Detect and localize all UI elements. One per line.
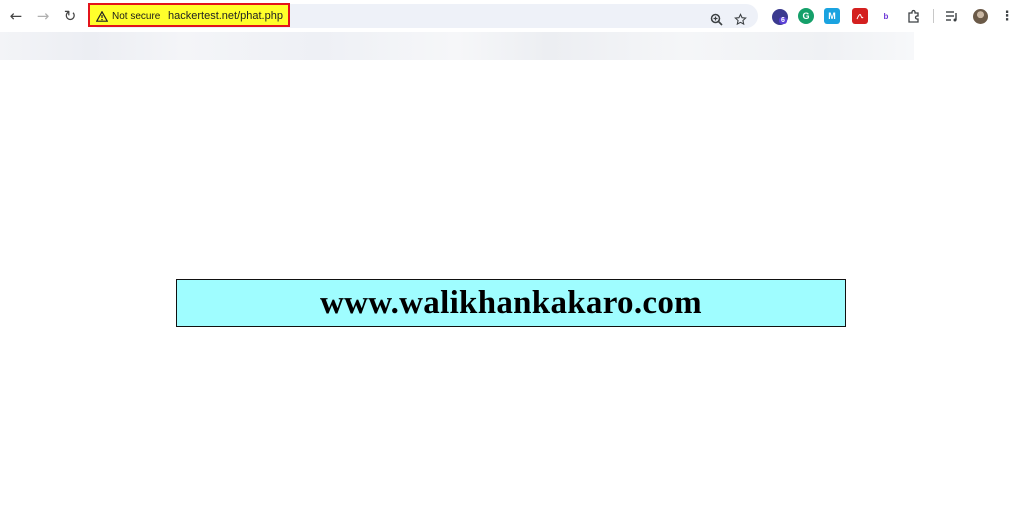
security-label: Not secure <box>112 10 161 22</box>
grammarly-icon[interactable]: G <box>798 8 814 24</box>
page-banner: www.walikhankakaro.com <box>176 279 846 327</box>
extension-badge-count: 6 <box>779 17 787 24</box>
m-extension-icon[interactable]: M <box>824 8 840 24</box>
b-extension-icon[interactable]: b <box>878 8 894 24</box>
zoom-icon[interactable] <box>708 11 724 27</box>
back-icon[interactable]: ← <box>6 6 26 26</box>
pdf-icon[interactable] <box>852 8 868 24</box>
url-text[interactable]: hackertest.net/phat.php <box>168 8 283 24</box>
star-icon[interactable] <box>732 11 748 27</box>
reading-list-icon[interactable] <box>944 8 960 24</box>
security-chip[interactable]: Not secure <box>95 8 161 24</box>
browser-toolbar: ← → ↻ Not secure hackertest.net/phat.php… <box>0 0 1024 32</box>
reload-icon[interactable]: ↻ <box>60 6 80 26</box>
toolbar-divider <box>933 9 934 23</box>
bookmarks-bar <box>0 32 914 60</box>
profile-avatar[interactable] <box>973 9 988 24</box>
banner-text: www.walikhankakaro.com <box>320 284 702 321</box>
url-highlight[interactable]: Not secure hackertest.net/phat.php <box>88 3 290 27</box>
puzzle-icon[interactable] <box>906 8 922 24</box>
more-menu-icon[interactable]: ⋮ <box>999 8 1015 24</box>
warning-icon <box>95 10 109 22</box>
extension-badge-icon[interactable]: 6 <box>772 9 788 25</box>
forward-icon[interactable]: → <box>33 6 53 26</box>
